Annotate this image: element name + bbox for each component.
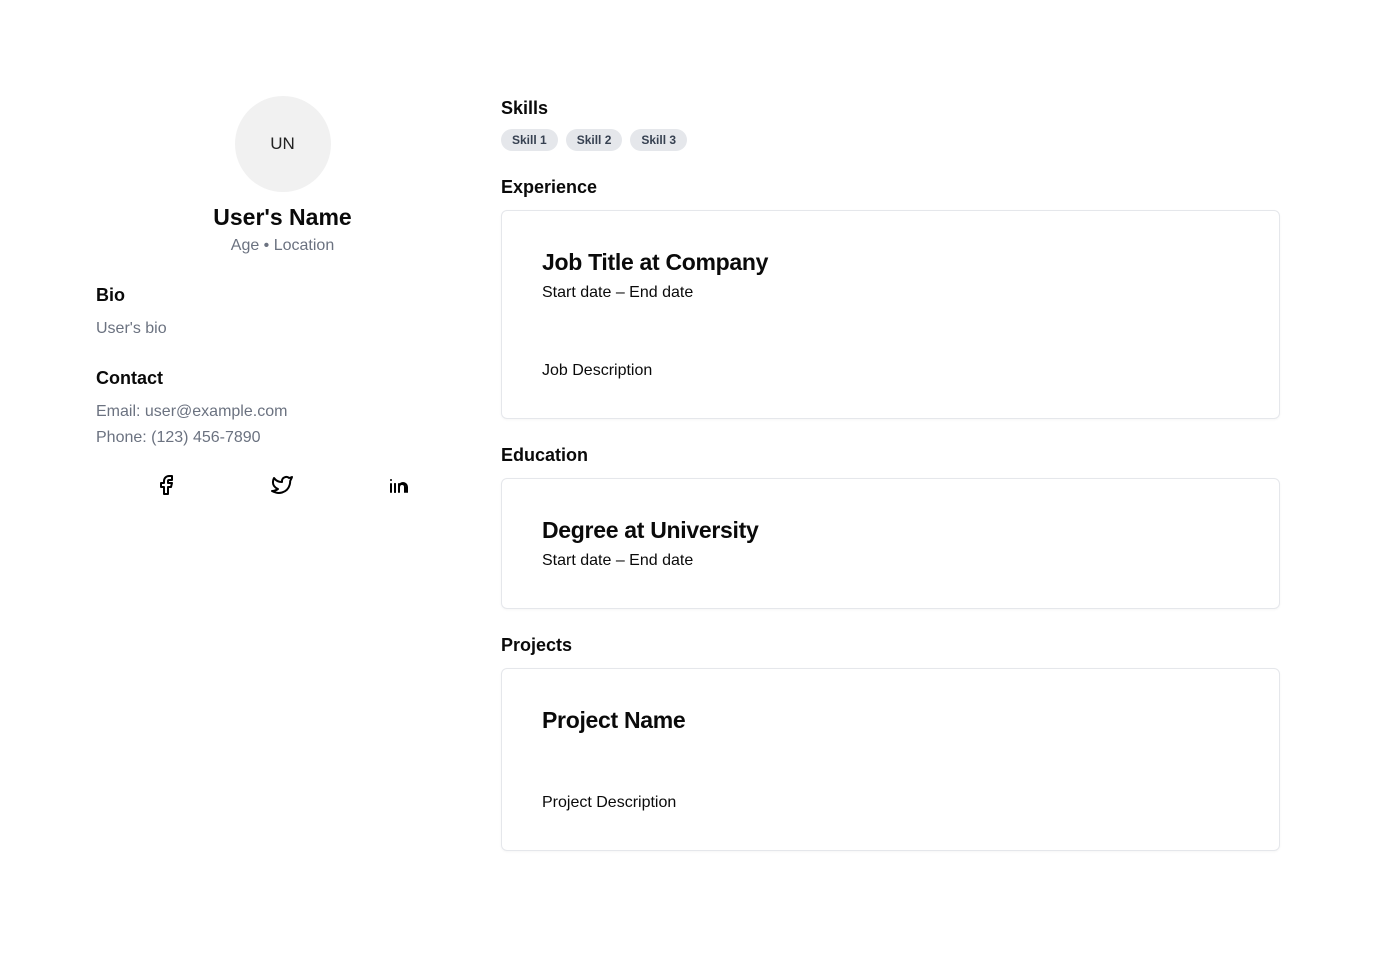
bio-heading: Bio [96, 285, 125, 305]
skill-badge: Skill 3 [630, 129, 688, 151]
job-title: Job Title at Company [542, 249, 769, 275]
experience-card: Job Title at Company Start date – End da… [501, 210, 1280, 419]
skill-badge: Skill 1 [501, 129, 558, 151]
skills-heading: Skills [501, 98, 549, 118]
job-dates: Start date – End date [542, 284, 694, 301]
contact-email: Email: user@example.com [96, 403, 288, 420]
projects-heading: Projects [501, 635, 573, 655]
project-card: Project Name Project Description [501, 668, 1280, 851]
social-links [96, 473, 469, 502]
twitter-icon [271, 475, 294, 494]
project-description: Project Description [542, 794, 677, 811]
linkedin-link[interactable] [387, 473, 411, 502]
project-name: Project Name [542, 707, 686, 733]
contact-phone: Phone: (123) 456-7890 [96, 429, 261, 446]
skills-list: Skill 1 Skill 2 Skill 3 [501, 129, 1280, 151]
contact-heading: Contact [96, 368, 163, 388]
avatar: UN [234, 96, 331, 192]
job-description: Job Description [542, 362, 653, 379]
bio-text: User's bio [96, 320, 167, 337]
education-heading: Education [501, 445, 589, 465]
facebook-icon [160, 475, 174, 495]
user-meta: Age • Location [230, 237, 335, 254]
profile-sidebar: UN User's Name Age • Location Bio User's… [96, 96, 469, 502]
linkedin-icon [389, 479, 408, 493]
degree-title: Degree at University [542, 517, 759, 543]
education-card: Degree at University Start date – End da… [501, 478, 1280, 609]
twitter-link[interactable] [270, 473, 294, 502]
main-content: Skills Skill 1 Skill 2 Skill 3 Experienc… [501, 98, 1280, 851]
user-name: User's Name [213, 204, 352, 230]
facebook-link[interactable] [154, 473, 178, 502]
experience-heading: Experience [501, 177, 598, 197]
education-dates: Start date – End date [542, 552, 694, 569]
skill-badge: Skill 2 [565, 129, 623, 151]
